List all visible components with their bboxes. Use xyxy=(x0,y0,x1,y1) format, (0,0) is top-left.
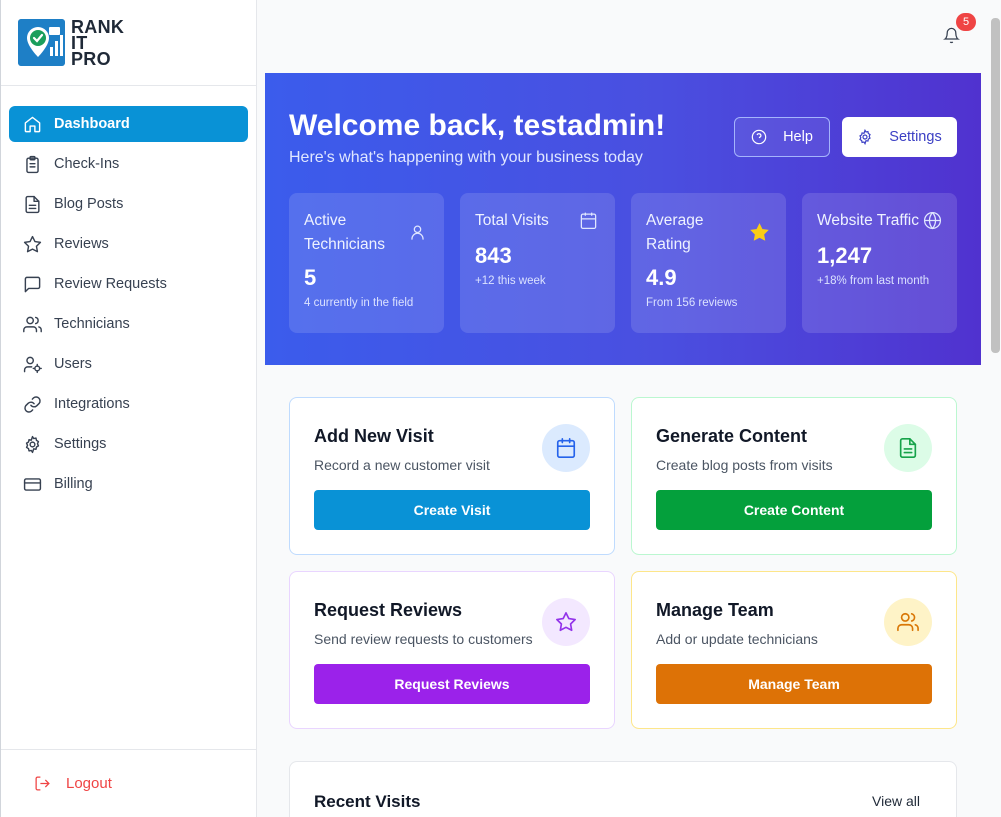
logo-mark-icon xyxy=(18,19,65,66)
user-gear-icon xyxy=(22,354,42,374)
stat-card-average-rating: Average Rating 4.9 From 156 reviews xyxy=(631,193,786,333)
sidebar-item-label: Review Requests xyxy=(54,276,167,292)
brand-line: PRO xyxy=(71,48,111,69)
sidebar-item-reviews[interactable]: Reviews xyxy=(9,226,248,262)
stat-note: +12 this week xyxy=(475,275,546,287)
notification-count-badge: 5 xyxy=(956,13,976,31)
view-all-link[interactable]: View all xyxy=(872,793,920,809)
settings-button[interactable]: Settings xyxy=(842,117,957,157)
gear-icon xyxy=(859,129,872,145)
sidebar: RANK IT PRO Dashboard Check-Ins Blog Pos… xyxy=(0,0,257,817)
sidebar-item-label: Users xyxy=(54,356,92,372)
brand-name: RANK IT PRO xyxy=(71,18,124,69)
sidebar-item-label: Billing xyxy=(54,476,93,492)
users-icon xyxy=(22,314,42,334)
stat-label: Website Traffic xyxy=(817,212,919,229)
stat-value: 1,247 xyxy=(817,243,873,268)
sidebar-item-label: Settings xyxy=(54,436,107,452)
sidebar-item-technicians[interactable]: Technicians xyxy=(9,306,248,342)
action-card-add-visit: Add New Visit Record a new customer visi… xyxy=(289,397,615,555)
settings-label: Settings xyxy=(889,129,942,145)
stat-card-website-traffic: Website Traffic 1,247 +18% from last mon… xyxy=(802,193,957,333)
help-circle-icon xyxy=(751,129,767,145)
sidebar-item-label: Dashboard xyxy=(54,116,130,132)
sidebar-item-label: Blog Posts xyxy=(54,196,124,212)
sidebar-item-check-ins[interactable]: Check-Ins xyxy=(9,146,248,182)
calendar-icon xyxy=(579,211,599,231)
link-icon xyxy=(22,394,42,414)
request-reviews-button[interactable]: Request Reviews xyxy=(314,664,590,704)
sidebar-item-users[interactable]: Users xyxy=(9,346,248,382)
card-icon xyxy=(22,474,42,494)
logout-button[interactable]: Logout xyxy=(1,749,256,817)
bell-icon xyxy=(943,27,960,44)
recent-visits-panel: Recent Visits View all xyxy=(289,761,957,817)
sidebar-item-blog-posts[interactable]: Blog Posts xyxy=(9,186,248,222)
document-icon xyxy=(884,424,932,472)
sidebar-item-label: Integrations xyxy=(54,396,130,412)
sidebar-item-label: Technicians xyxy=(54,316,130,332)
sidebar-item-settings[interactable]: Settings xyxy=(9,426,248,462)
sidebar-nav: Dashboard Check-Ins Blog Posts Reviews R… xyxy=(1,86,256,502)
create-content-button[interactable]: Create Content xyxy=(656,490,932,530)
star-icon xyxy=(22,234,42,254)
stat-value: 4.9 xyxy=(646,265,677,290)
stat-card-active-technicians: Active Technicians 5 4 currently in the … xyxy=(289,193,444,333)
globe-icon xyxy=(923,211,943,231)
stat-value: 5 xyxy=(304,265,317,290)
stat-label: Active Technicians xyxy=(304,212,385,253)
calendar-icon xyxy=(542,424,590,472)
stat-card-total-visits: Total Visits 843 +12 this week xyxy=(460,193,615,333)
help-label: Help xyxy=(783,129,813,145)
logout-label: Logout xyxy=(66,775,112,792)
manage-team-button[interactable]: Manage Team xyxy=(656,664,932,704)
stat-note: +18% from last month xyxy=(817,275,930,287)
brand-logo[interactable]: RANK IT PRO xyxy=(1,0,256,86)
page-scrollbar[interactable] xyxy=(991,18,1000,353)
logout-icon xyxy=(35,776,50,791)
welcome-subtitle: Here's what's happening with your busine… xyxy=(289,149,643,166)
action-card-manage-team: Manage Team Add or update technicians Ma… xyxy=(631,571,957,729)
section-title: Recent Visits xyxy=(314,792,421,811)
welcome-title: Welcome back, testadmin! xyxy=(289,109,666,142)
welcome-banner: Welcome back, testadmin! Here's what's h… xyxy=(265,73,981,365)
stat-value: 843 xyxy=(475,243,512,268)
sidebar-item-label: Reviews xyxy=(54,236,109,252)
help-button[interactable]: Help xyxy=(734,117,830,157)
sidebar-item-billing[interactable]: Billing xyxy=(9,466,248,502)
chat-icon xyxy=(22,274,42,294)
stat-note: 4 currently in the field xyxy=(304,297,414,309)
sidebar-item-dashboard[interactable]: Dashboard xyxy=(9,106,248,142)
star-icon xyxy=(542,598,590,646)
sidebar-item-label: Check-Ins xyxy=(54,156,120,172)
sidebar-item-review-requests[interactable]: Review Requests xyxy=(9,266,248,302)
stat-note: From 156 reviews xyxy=(646,297,738,309)
clipboard-icon xyxy=(22,154,42,174)
stat-label: Average Rating xyxy=(646,212,704,253)
user-icon xyxy=(408,223,428,243)
star-filled-icon xyxy=(750,223,770,243)
stat-label: Total Visits xyxy=(475,212,549,229)
document-icon xyxy=(22,194,42,214)
action-card-generate-content: Generate Content Create blog posts from … xyxy=(631,397,957,555)
users-icon xyxy=(884,598,932,646)
gear-icon xyxy=(22,434,42,454)
action-card-request-reviews: Request Reviews Send review requests to … xyxy=(289,571,615,729)
sidebar-item-integrations[interactable]: Integrations xyxy=(9,386,248,422)
home-icon xyxy=(22,114,42,134)
create-visit-button[interactable]: Create Visit xyxy=(314,490,590,530)
